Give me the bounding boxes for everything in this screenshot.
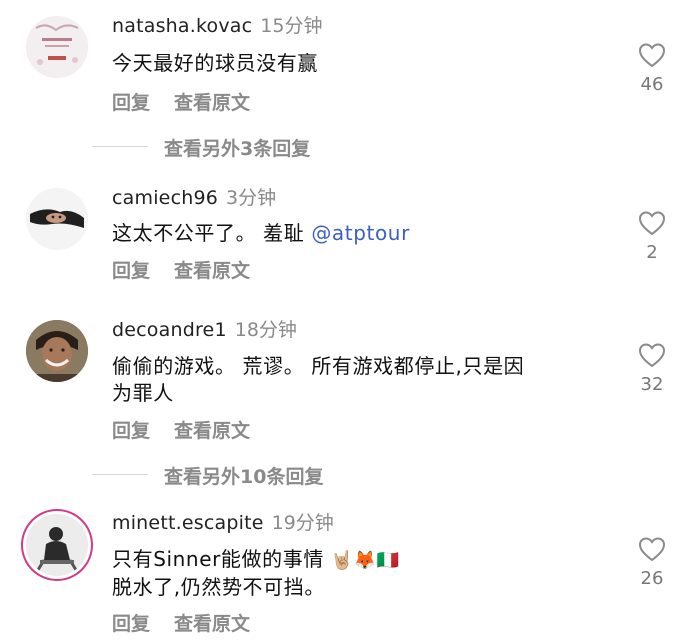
- comment-time: 18分钟: [234, 319, 297, 341]
- comment-text-line: 这太不公平了。 羞耻: [112, 221, 312, 245]
- heart-icon: [638, 211, 666, 236]
- comment-time: 3分钟: [226, 187, 277, 209]
- avatar[interactable]: [26, 514, 88, 576]
- comment-text-line: 只有Sinner能做的事情 🤘🏼🦊🇮🇹: [112, 546, 592, 574]
- comment-text-fragment: 只有Sinner能做的事情: [112, 547, 331, 571]
- like-button[interactable]: 32: [632, 342, 672, 395]
- reply-button[interactable]: 回复: [112, 613, 150, 635]
- comment-header: camiech96 3分钟: [112, 186, 276, 210]
- comment-time: 19分钟: [271, 512, 334, 534]
- like-count: 46: [640, 74, 664, 95]
- divider: [92, 474, 148, 475]
- avatar[interactable]: [26, 320, 88, 382]
- reply-button[interactable]: 回复: [112, 260, 150, 282]
- reply-button[interactable]: 回复: [112, 420, 150, 442]
- comment-text-line: 偷偷的游戏。 荒谬。 所有游戏都停止,只是因: [112, 354, 525, 378]
- view-original-button[interactable]: 查看原文: [174, 92, 250, 114]
- view-original-button[interactable]: 查看原文: [174, 260, 250, 282]
- comment-time: 15分钟: [260, 15, 323, 37]
- like-count: 26: [640, 568, 664, 589]
- like-button[interactable]: 26: [632, 536, 672, 589]
- comment-text: 这太不公平了。 羞耻 @atptour: [112, 220, 592, 247]
- divider: [92, 146, 148, 147]
- heart-icon: [638, 43, 666, 68]
- person-avatar-icon: [26, 188, 88, 250]
- comment-header: natasha.kovac 15分钟: [112, 14, 322, 38]
- username[interactable]: camiech96: [112, 187, 218, 209]
- username[interactable]: natasha.kovac: [112, 15, 252, 37]
- view-original-button[interactable]: 查看原文: [174, 420, 250, 442]
- comment-header: decoandre1 18分钟: [112, 318, 297, 342]
- like-button[interactable]: 46: [632, 42, 672, 95]
- view-more-replies[interactable]: 查看另外10条回复: [0, 462, 700, 489]
- like-count: 2: [646, 242, 658, 263]
- view-original-button[interactable]: 查看原文: [174, 613, 250, 635]
- heart-icon: [638, 537, 666, 562]
- comment-actions: 回复 查看原文: [112, 256, 274, 283]
- comment-text: 偷偷的游戏。 荒谬。 所有游戏都停止,只是因 为罪人: [112, 353, 592, 407]
- comment-header: minett.escapite 19分钟: [112, 511, 334, 535]
- comment-actions: 回复 查看原文: [112, 609, 274, 636]
- avatar[interactable]: [26, 16, 88, 78]
- username[interactable]: decoandre1: [112, 319, 227, 341]
- comment-text-line: 今天最好的球员没有赢: [112, 51, 318, 75]
- person-avatar-icon: [26, 320, 88, 382]
- heart-icon: [638, 343, 666, 368]
- like-button[interactable]: 2: [632, 210, 672, 263]
- person-avatar-story-ring-icon: [26, 514, 88, 576]
- comment-text: 只有Sinner能做的事情 🤘🏼🦊🇮🇹 脱水了,仍然势不可挡。: [112, 546, 592, 601]
- comment-actions: 回复 查看原文: [112, 88, 274, 115]
- emoji-group: 🤘🏼🦊🇮🇹: [330, 550, 400, 571]
- comment-actions: 回复 查看原文: [112, 416, 274, 443]
- comment-text-line: 脱水了,仍然势不可挡。: [112, 575, 325, 599]
- comment-text: 今天最好的球员没有赢: [112, 50, 592, 77]
- comment-text-line: 为罪人: [112, 381, 174, 405]
- username[interactable]: minett.escapite: [112, 512, 264, 534]
- view-more-replies-label[interactable]: 查看另外3条回复: [164, 134, 310, 161]
- poster-avatar-icon: [26, 16, 88, 78]
- view-more-replies-label[interactable]: 查看另外10条回复: [164, 462, 323, 489]
- view-more-replies[interactable]: 查看另外3条回复: [0, 134, 700, 161]
- like-count: 32: [640, 374, 664, 395]
- avatar[interactable]: [26, 188, 88, 250]
- mention-link[interactable]: @atptour: [311, 221, 410, 245]
- reply-button[interactable]: 回复: [112, 92, 150, 114]
